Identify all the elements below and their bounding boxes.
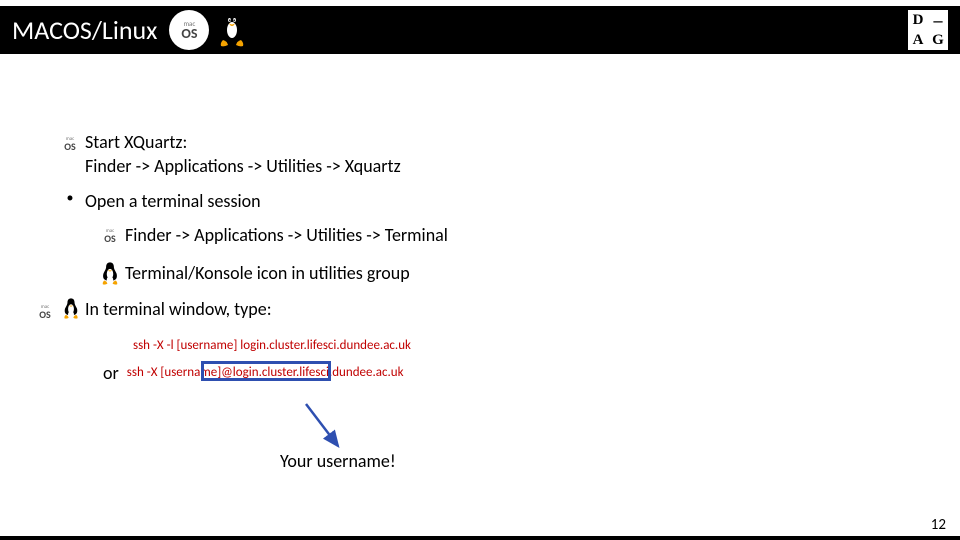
bullet-dot: • [55,189,85,208]
terminal-mac-row: macOS Finder -> Applications -> Utilitie… [95,223,905,251]
username-annotation: Your username! [280,450,396,472]
terminal-linux-row: Terminal/Konsole icon in utilities group [95,261,905,287]
macos-icon: macOS [31,298,59,326]
macos-icon: macOS [169,10,209,50]
or-row: or ssh -X [username]@login.cluster.lifes… [103,361,905,385]
linux-tux-icon [95,261,125,287]
dag-logo: D – A G [908,10,948,50]
xquartz-path: Finder -> Applications -> Utilities -> X… [85,155,401,177]
open-terminal-text: Open a terminal session [85,189,905,213]
logo-letter-g: G [928,30,948,50]
step-open-terminal: • Open a terminal session [55,189,905,213]
title-bar: MACOS/Linux macOS [0,6,960,54]
page-title: MACOS/Linux [12,14,157,46]
ssh-command-2: ssh -X [username]@login.cluster.lifesci.… [127,364,404,382]
type-instruction: In terminal window, type: [85,297,905,321]
or-label: or [103,361,119,385]
macos-icon: macOS [55,130,85,158]
terminal-mac-path: Finder -> Applications -> Utilities -> T… [125,223,905,247]
logo-letter-a: A [908,30,928,50]
mac-linux-combined-icon: macOS [27,297,85,327]
title-os-icons: macOS [169,10,249,50]
terminal-linux-text: Terminal/Konsole icon in utilities group [125,261,905,285]
step-start-xquartz: macOS Start XQuartz: Finder -> Applicati… [55,130,905,179]
linux-tux-icon [215,10,249,50]
footer-bar [0,536,960,540]
logo-dash: – [928,10,948,30]
linux-tux-icon [61,297,81,327]
logo-letter-d: D [908,10,928,30]
ssh-command-1: ssh -X -l [username] login.cluster.lifes… [133,337,905,355]
page-number: 12 [931,516,946,534]
slide: MACOS/Linux macOS [0,0,960,540]
step-type-row: macOS In terminal window, type: [27,297,905,327]
xquartz-title: Start XQuartz: [85,131,187,153]
content-body: macOS Start XQuartz: Finder -> Applicati… [55,130,905,385]
ssh-command-2-text: ssh -X [username]@login.cluster.lifesci.… [127,365,404,380]
macos-icon: macOS [95,223,125,251]
